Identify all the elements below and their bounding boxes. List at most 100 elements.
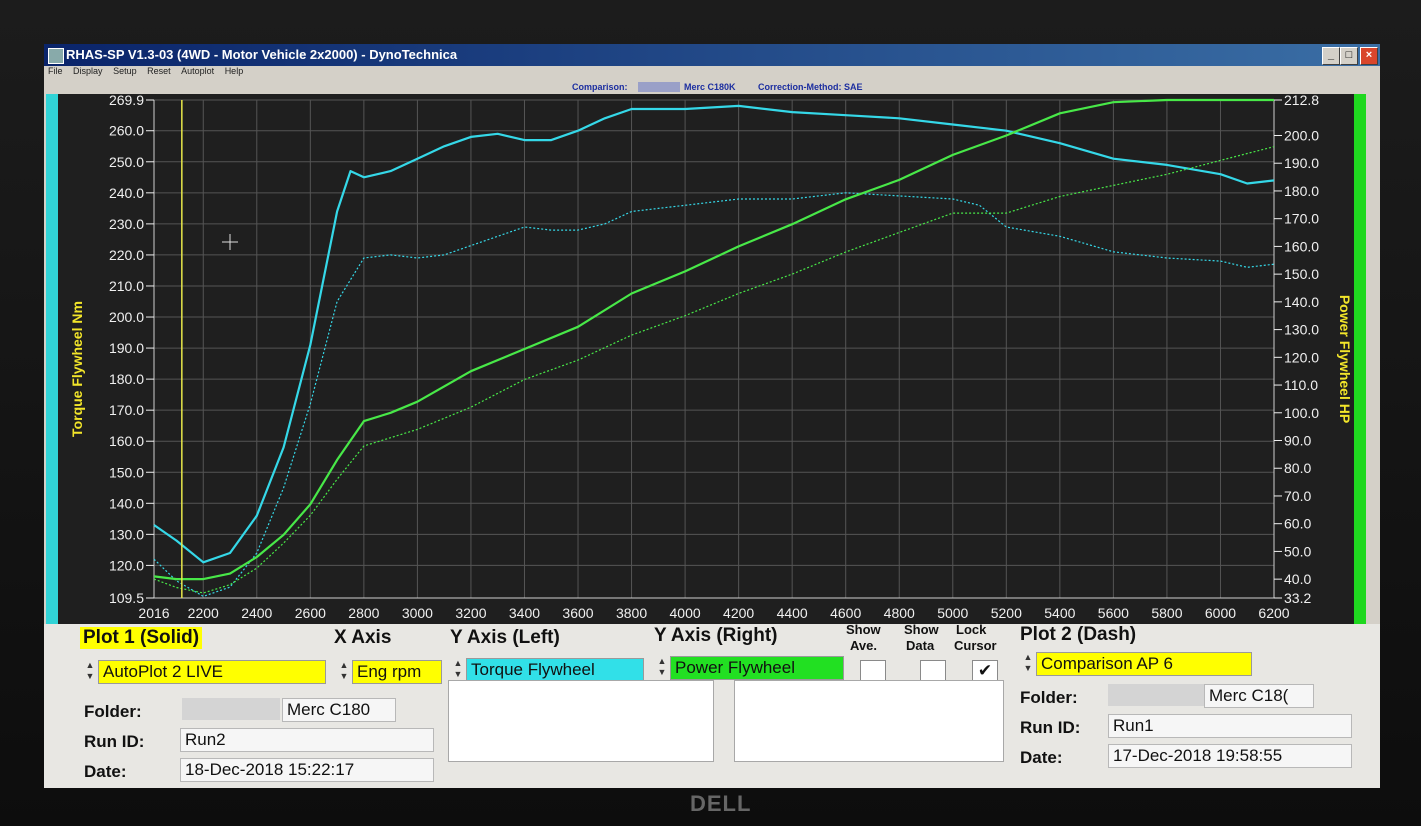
- window-title: RHAS-SP V1.3-03 (4WD - Motor Vehicle 2x2…: [66, 47, 458, 62]
- x-tick-label: 5800: [1151, 605, 1182, 621]
- control-panel: Plot 1 (Solid) ▲ ▼ AutoPlot 2 LIVE X Axis…: [44, 622, 1380, 788]
- left-tick-label: 180.0: [109, 371, 144, 387]
- show-ave-checkbox[interactable]: [860, 660, 886, 682]
- left-date-label: Date:: [84, 762, 127, 781]
- menu-bar: File Display Setup Reset Autoplot Help: [44, 66, 1380, 78]
- right-tick-label: 212.8: [1284, 94, 1319, 108]
- right-tick-label: 80.0: [1284, 460, 1311, 476]
- plot1-spinner[interactable]: ▲ ▼: [84, 660, 96, 682]
- right-tick-label: 190.0: [1284, 155, 1319, 171]
- right-tick-label: 50.0: [1284, 543, 1311, 559]
- left-tick-label: 220.0: [109, 247, 144, 263]
- x-tick-label: 6200: [1258, 605, 1289, 621]
- dyno-chart[interactable]: 269.9 260.0 250.0 240.0 230.0 220.0 210.0 200.0…: [58, 94, 1354, 624]
- left-tick-label: 150.0: [109, 464, 144, 480]
- left-folder-field[interactable]: Merc C180: [282, 698, 396, 722]
- left-tick-label: 130.0: [109, 526, 144, 542]
- plot1-select[interactable]: AutoPlot 2 LIVE: [98, 660, 326, 684]
- lock-cursor-checkbox[interactable]: ✔: [972, 660, 998, 682]
- notes-box-left[interactable]: [448, 680, 714, 762]
- left-runid-field[interactable]: Run2: [180, 728, 434, 752]
- x-axis-select[interactable]: Eng rpm: [352, 660, 442, 684]
- y-axis-left-label: Y Axis (Left): [450, 627, 560, 648]
- left-tick-label: 230.0: [109, 216, 144, 232]
- right-axis-label: Power Flywheel HP: [1337, 295, 1353, 423]
- y-axis-right-label: Y Axis (Right): [654, 625, 778, 646]
- right-tick-label: 100.0: [1284, 405, 1319, 421]
- right-tick-label: 160.0: [1284, 238, 1319, 254]
- right-tick-label: 180.0: [1284, 183, 1319, 199]
- x-tick-label: 2400: [241, 605, 272, 621]
- x-tick-label: 2600: [295, 605, 326, 621]
- y-axis-right-select[interactable]: Power Flywheel: [670, 656, 844, 680]
- left-tick-label: 109.5: [109, 590, 144, 606]
- left-tick-label: 140.0: [109, 495, 144, 511]
- right-runid-field[interactable]: Run1: [1108, 714, 1352, 738]
- lock-cursor-label-2: Cursor: [954, 638, 997, 653]
- y-axis-left-spinner[interactable]: ▲ ▼: [452, 658, 464, 680]
- right-axis-color-bar: [1354, 94, 1366, 624]
- x-tick-label: 4600: [830, 605, 861, 621]
- correction-method: Correction-Method: SAE: [758, 82, 863, 92]
- monitor-logo: DELL: [690, 791, 752, 816]
- plot2-select[interactable]: Comparison AP 6: [1036, 652, 1252, 676]
- close-button[interactable]: ×: [1360, 47, 1378, 65]
- x-tick-label: 2200: [188, 605, 219, 621]
- menu-file[interactable]: File: [48, 66, 63, 76]
- menu-display[interactable]: Display: [73, 66, 103, 76]
- y-axis-right-spinner[interactable]: ▲ ▼: [656, 656, 668, 678]
- left-tick-label: 260.0: [109, 123, 144, 139]
- left-date-field[interactable]: 18-Dec-2018 15:22:17: [180, 758, 434, 782]
- y-axis-left-select[interactable]: Torque Flywheel: [466, 658, 644, 682]
- info-bar: Comparison: Merc C180K Correction-Method…: [44, 80, 1380, 94]
- right-tick-label: 150.0: [1284, 266, 1319, 282]
- plot2-spinner[interactable]: ▲ ▼: [1022, 652, 1034, 674]
- x-tick-label: 5600: [1098, 605, 1129, 621]
- right-tick-label: 120.0: [1284, 349, 1319, 365]
- right-tick-label: 140.0: [1284, 294, 1319, 310]
- x-tick-label: 6000: [1205, 605, 1236, 621]
- show-data-checkbox[interactable]: [920, 660, 946, 682]
- x-axis-spinner[interactable]: ▲ ▼: [338, 660, 350, 682]
- right-folder-field[interactable]: Merc C18(: [1204, 684, 1314, 708]
- menu-reset[interactable]: Reset: [147, 66, 171, 76]
- title-bar[interactable]: RHAS-SP V1.3-03 (4WD - Motor Vehicle 2x2…: [44, 44, 1380, 66]
- menu-help[interactable]: Help: [225, 66, 244, 76]
- right-tick-label: 40.0: [1284, 571, 1311, 587]
- show-data-label: Show: [904, 622, 939, 637]
- menu-setup[interactable]: Setup: [113, 66, 137, 76]
- right-tick-label: 130.0: [1284, 322, 1319, 338]
- right-date-label: Date:: [1020, 748, 1063, 767]
- right-tick-label: 90.0: [1284, 433, 1311, 449]
- x-tick-label: 3800: [616, 605, 647, 621]
- x-tick-label: 3200: [455, 605, 486, 621]
- right-tick-label: 60.0: [1284, 516, 1311, 532]
- plot-area: 269.9 260.0 250.0 240.0 230.0 220.0 210.0 200.0…: [44, 94, 1380, 624]
- x-axis-label: X Axis: [334, 627, 392, 648]
- x-tick-label: 5400: [1044, 605, 1075, 621]
- left-tick-label: 210.0: [109, 278, 144, 294]
- right-folder-redacted: [1108, 684, 1204, 706]
- x-tick-label: 3600: [562, 605, 593, 621]
- x-tick-label: 4200: [723, 605, 754, 621]
- notes-box-right[interactable]: [734, 680, 1004, 762]
- redacted-block: [638, 82, 680, 92]
- left-axis-label: Torque Flywheel Nm: [69, 301, 85, 437]
- left-tick-label: 250.0: [109, 154, 144, 170]
- maximize-button[interactable]: □: [1340, 47, 1358, 65]
- left-folder-label: Folder:: [84, 702, 142, 721]
- left-tick-label: 200.0: [109, 309, 144, 325]
- right-tick-label: 110.0: [1284, 377, 1318, 393]
- x-tick-label: 3000: [402, 605, 433, 621]
- right-runid-label: Run ID:: [1020, 718, 1081, 737]
- minimize-button[interactable]: _: [1322, 47, 1340, 65]
- show-ave-label: Show: [846, 622, 881, 637]
- x-tick-label: 3400: [509, 605, 540, 621]
- show-data-label-2: Data: [906, 638, 935, 653]
- right-folder-label: Folder:: [1020, 688, 1078, 707]
- left-tick-label: 190.0: [109, 340, 144, 356]
- x-tick-label: 2800: [348, 605, 379, 621]
- right-date-field[interactable]: 17-Dec-2018 19:58:55: [1108, 744, 1352, 768]
- x-tick-label: 4800: [884, 605, 915, 621]
- menu-autoplot[interactable]: Autoplot: [181, 66, 214, 76]
